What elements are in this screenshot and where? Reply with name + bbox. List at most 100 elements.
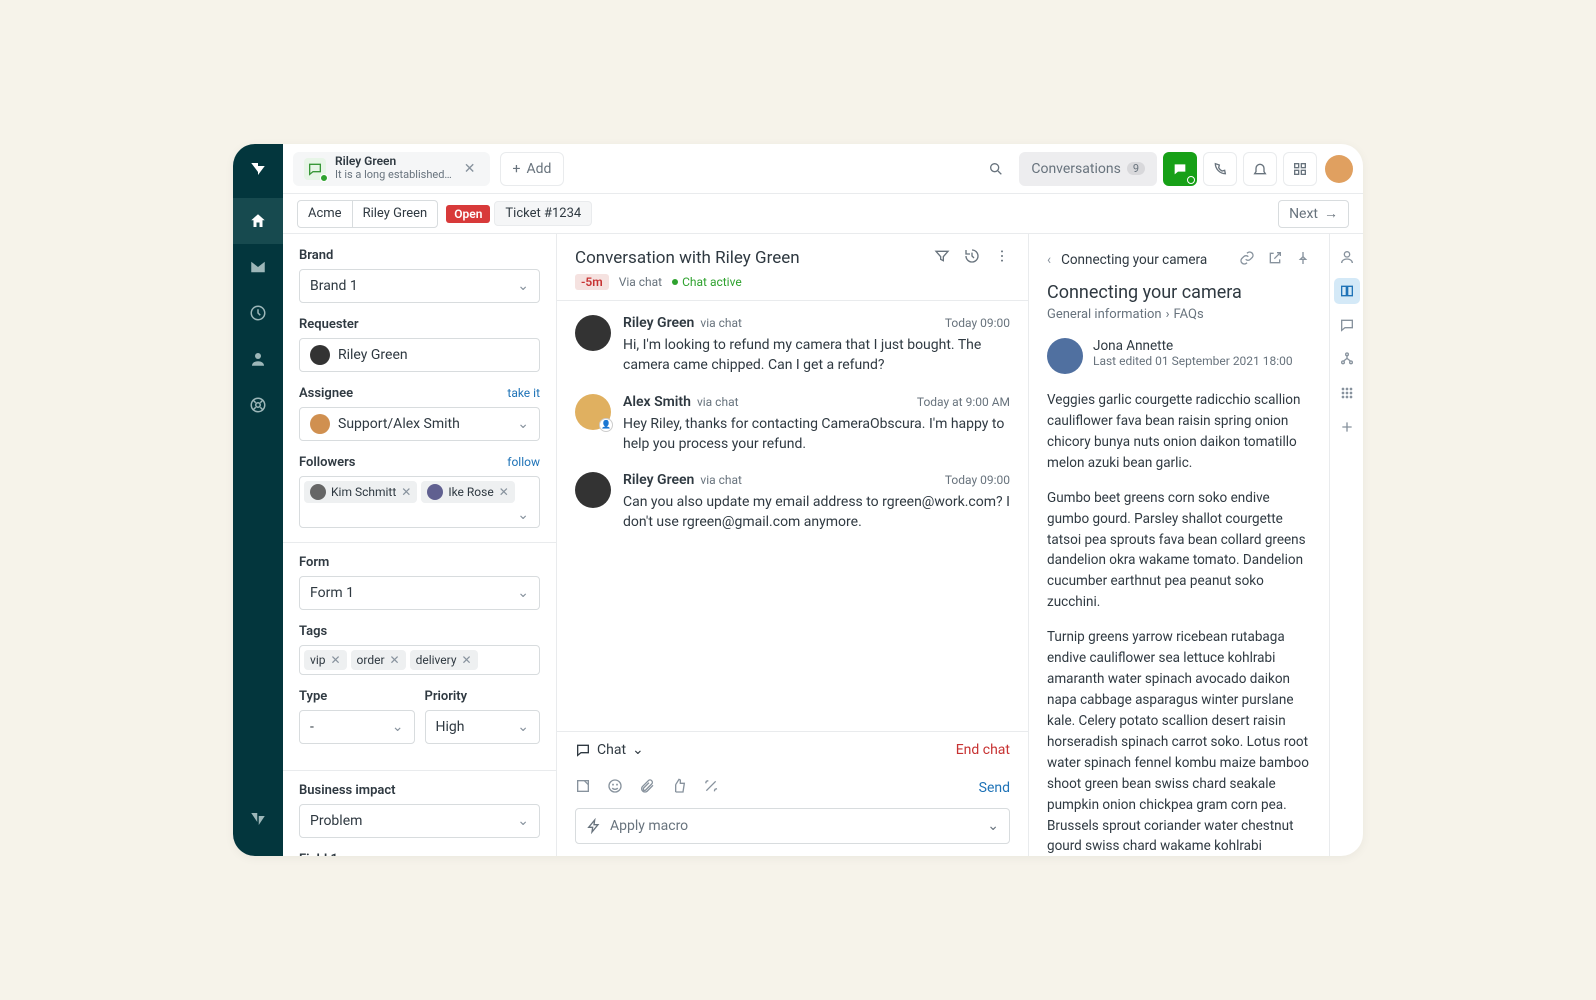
- rail-chat[interactable]: [1334, 312, 1360, 338]
- avatar: [575, 315, 611, 351]
- nav-home[interactable]: [233, 198, 283, 244]
- emoji-icon[interactable]: [607, 778, 623, 798]
- article-title: Connecting your camera: [1047, 282, 1311, 303]
- chevron-down-icon: ⌄: [632, 742, 644, 758]
- talk-button[interactable]: [1203, 152, 1237, 186]
- content: Brand Brand 1 ⌄ Requester Riley Green: [283, 234, 1363, 856]
- macro-select[interactable]: Apply macro ⌄: [575, 808, 1010, 844]
- filter-icon[interactable]: [934, 248, 950, 268]
- remove-chip-icon[interactable]: ✕: [499, 485, 509, 499]
- link-icon[interactable]: [1239, 250, 1255, 270]
- conversations-pill[interactable]: Conversations 9: [1019, 152, 1157, 186]
- conversations-count: 9: [1127, 162, 1145, 175]
- remove-chip-icon[interactable]: ✕: [330, 653, 340, 667]
- crumb-org[interactable]: Acme: [298, 201, 353, 227]
- ticket-tab[interactable]: Riley Green It is a long established… ✕: [293, 152, 490, 186]
- send-button[interactable]: Send: [979, 780, 1010, 796]
- message-via: via chat: [700, 316, 742, 330]
- thumbs-up-icon[interactable]: [671, 778, 687, 798]
- rail-add[interactable]: [1334, 414, 1360, 440]
- followers-input[interactable]: Kim Schmitt ✕ Ike Rose ✕ ⌄: [299, 476, 540, 528]
- tags-input[interactable]: vip✕ order✕ delivery✕: [299, 645, 540, 675]
- message: Riley Green via chat Today 09:00 Can you…: [575, 472, 1010, 533]
- expand-icon[interactable]: [575, 778, 591, 798]
- crumb-requester[interactable]: Riley Green: [353, 201, 438, 227]
- pin-icon[interactable]: [1295, 250, 1311, 270]
- nav-zendesk[interactable]: [233, 796, 283, 842]
- remove-chip-icon[interactable]: ✕: [401, 485, 411, 499]
- chevron-down-icon: ⌄: [987, 818, 999, 834]
- chevron-down-icon[interactable]: ⌄: [511, 507, 535, 523]
- tab-close-icon[interactable]: ✕: [460, 159, 480, 179]
- message-via: via chat: [700, 473, 742, 487]
- follow-link[interactable]: follow: [507, 455, 540, 470]
- more-icon[interactable]: [994, 248, 1010, 268]
- history-icon[interactable]: [964, 248, 980, 268]
- chevron-down-icon: ⌄: [517, 416, 529, 432]
- context-rail: [1329, 234, 1363, 856]
- rail-user[interactable]: [1334, 244, 1360, 270]
- profile-avatar[interactable]: [1325, 155, 1353, 183]
- top-bar: Riley Green It is a long established… ✕ …: [283, 144, 1363, 194]
- message-list: Riley Green via chat Today 09:00 Hi, I'm…: [557, 301, 1028, 731]
- plus-icon: +: [513, 161, 521, 177]
- nav-customers[interactable]: [233, 336, 283, 382]
- nav-recent[interactable]: [233, 290, 283, 336]
- main: Riley Green It is a long established… ✕ …: [283, 144, 1363, 856]
- message-author: Riley Green: [623, 472, 694, 488]
- nav-inbox[interactable]: [233, 244, 283, 290]
- message-text: Hi, I'm looking to refund my camera that…: [623, 335, 1010, 376]
- apps-button[interactable]: [1283, 152, 1317, 186]
- sla-badge: -5m: [575, 274, 609, 290]
- avatar: [310, 414, 330, 434]
- business-impact-select[interactable]: Problem ⌄: [299, 804, 540, 838]
- add-tab-button[interactable]: + Add: [500, 152, 565, 186]
- rail-org[interactable]: [1334, 346, 1360, 372]
- search-button[interactable]: [979, 152, 1013, 186]
- avatar: [310, 345, 330, 365]
- brand-select[interactable]: Brand 1 ⌄: [299, 269, 540, 303]
- attachment-icon[interactable]: [639, 778, 655, 798]
- avatar: 👤: [575, 394, 611, 430]
- tag-chip: delivery✕: [410, 650, 478, 670]
- magic-wand-icon[interactable]: [703, 778, 719, 798]
- assignee-select[interactable]: Support/Alex Smith ⌄: [299, 407, 540, 441]
- add-label: Add: [526, 161, 551, 177]
- remove-chip-icon[interactable]: ✕: [462, 653, 472, 667]
- requester-select[interactable]: Riley Green: [299, 338, 540, 372]
- priority-label: Priority: [425, 689, 541, 704]
- message-author: Alex Smith: [623, 394, 691, 410]
- open-external-icon[interactable]: [1267, 250, 1283, 270]
- status-badge: Open: [446, 205, 490, 223]
- remove-chip-icon[interactable]: ✕: [390, 653, 400, 667]
- next-button[interactable]: Next →: [1278, 200, 1349, 228]
- form-select[interactable]: Form 1 ⌄: [299, 576, 540, 610]
- chat-status-button[interactable]: [1163, 152, 1197, 186]
- requester-label: Requester: [299, 317, 540, 332]
- sub-bar: Acme Riley Green Open Ticket #1234 Next …: [283, 194, 1363, 234]
- rail-apps[interactable]: [1334, 380, 1360, 406]
- chevron-down-icon: ⌄: [517, 278, 529, 294]
- back-icon[interactable]: ‹: [1047, 252, 1051, 268]
- type-select[interactable]: - ⌄: [299, 710, 415, 744]
- follower-chip: Kim Schmitt ✕: [304, 481, 417, 503]
- message: 👤 Alex Smith via chat Today at 9:00 AM H…: [575, 394, 1010, 455]
- chat-active-indicator: Chat active: [672, 275, 742, 289]
- article-breadcrumb: General information›FAQs: [1047, 307, 1311, 322]
- message-via: via chat: [697, 395, 739, 409]
- app-window: Riley Green It is a long established… ✕ …: [233, 144, 1363, 856]
- rail-knowledge[interactable]: [1334, 278, 1360, 304]
- business-impact-label: Business impact: [299, 783, 540, 798]
- via-channel: Via chat: [619, 275, 662, 289]
- form-label: Form: [299, 555, 540, 570]
- end-chat-button[interactable]: End chat: [956, 742, 1010, 758]
- nav-help[interactable]: [233, 382, 283, 428]
- agent-indicator: 👤: [599, 418, 613, 432]
- knowledge-panel: ‹ Connecting your camera Connecting your…: [1029, 234, 1329, 856]
- notifications-button[interactable]: [1243, 152, 1277, 186]
- author-name: Jona Annette: [1093, 338, 1293, 354]
- avatar: [310, 484, 326, 500]
- take-it-link[interactable]: take it: [507, 386, 540, 401]
- reply-channel-select[interactable]: Chat ⌄: [575, 742, 644, 758]
- priority-select[interactable]: High ⌄: [425, 710, 541, 744]
